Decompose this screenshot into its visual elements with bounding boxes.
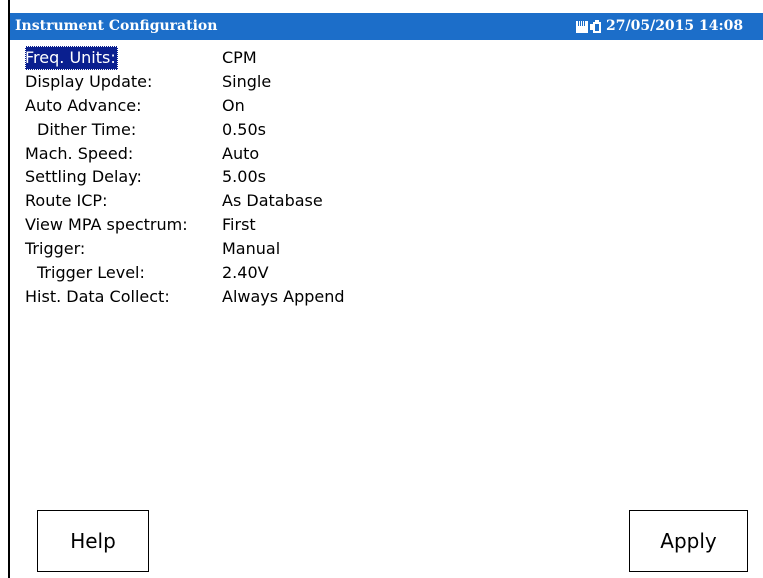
instrument-configuration-screen: Instrument Configuration 27/05/2015 14:0… (0, 0, 763, 578)
apply-button[interactable]: Apply (629, 510, 748, 572)
datetime-display: 27/05/2015 14:08 (606, 18, 744, 34)
setting-value: Auto (222, 143, 260, 163)
setting-label: Auto Advance: (25, 95, 142, 115)
setting-row-freq-units[interactable]: Freq. Units: CPM (10, 46, 763, 70)
setting-row-route-icp[interactable]: Route ICP: As Database (10, 189, 763, 213)
setting-label: Trigger Level: (37, 263, 145, 283)
setting-value: Manual (222, 239, 281, 259)
setting-label: Mach. Speed: (25, 143, 134, 163)
setting-value: Single (222, 71, 272, 91)
setting-value: CPM (222, 48, 257, 67)
setting-row-trigger-level[interactable]: Trigger Level: 2.40V (10, 261, 763, 285)
setting-label: Hist. Data Collect: (25, 286, 170, 306)
setting-row-dither-time[interactable]: Dither Time: 0.50s (10, 118, 763, 142)
setting-label: Route ICP: (25, 191, 108, 211)
setting-row-auto-advance[interactable]: Auto Advance: On (10, 94, 763, 118)
setting-value: 5.00s (222, 167, 266, 187)
window-left-border (0, 0, 10, 578)
setting-row-view-mpa-spectrum[interactable]: View MPA spectrum: First (10, 213, 763, 237)
setting-value: As Database (222, 191, 323, 211)
setting-label: Dither Time: (37, 119, 137, 139)
setting-label: Display Update: (25, 71, 153, 91)
setting-value: 2.40V (222, 263, 269, 283)
status-area: 27/05/2015 14:08 (576, 13, 743, 40)
setting-value: First (222, 215, 256, 235)
help-button[interactable]: Help (37, 510, 149, 572)
setting-value: Always Append (222, 286, 345, 306)
setting-value: On (222, 95, 245, 115)
setting-row-hist-data-collect[interactable]: Hist. Data Collect: Always Append (10, 285, 763, 309)
setting-label: Trigger: (25, 239, 86, 259)
setting-row-settling-delay[interactable]: Settling Delay: 5.00s (10, 165, 763, 189)
window-title: Instrument Configuration (15, 18, 218, 34)
title-bar: Instrument Configuration 27/05/2015 14:0… (10, 13, 763, 40)
setting-row-mach-speed[interactable]: Mach. Speed: Auto (10, 142, 763, 166)
setting-row-trigger[interactable]: Trigger: Manual (10, 237, 763, 261)
setting-label: View MPA spectrum: (25, 215, 188, 235)
settings-list: Freq. Units: CPM Display Update: Single … (10, 46, 763, 309)
setting-label: Settling Delay: (25, 167, 142, 187)
memory-card-icon (576, 20, 588, 33)
setting-row-display-update[interactable]: Display Update: Single (10, 70, 763, 94)
battery-charging-icon (590, 19, 605, 34)
setting-value: 0.50s (222, 119, 266, 139)
setting-label: Freq. Units: (25, 46, 118, 70)
